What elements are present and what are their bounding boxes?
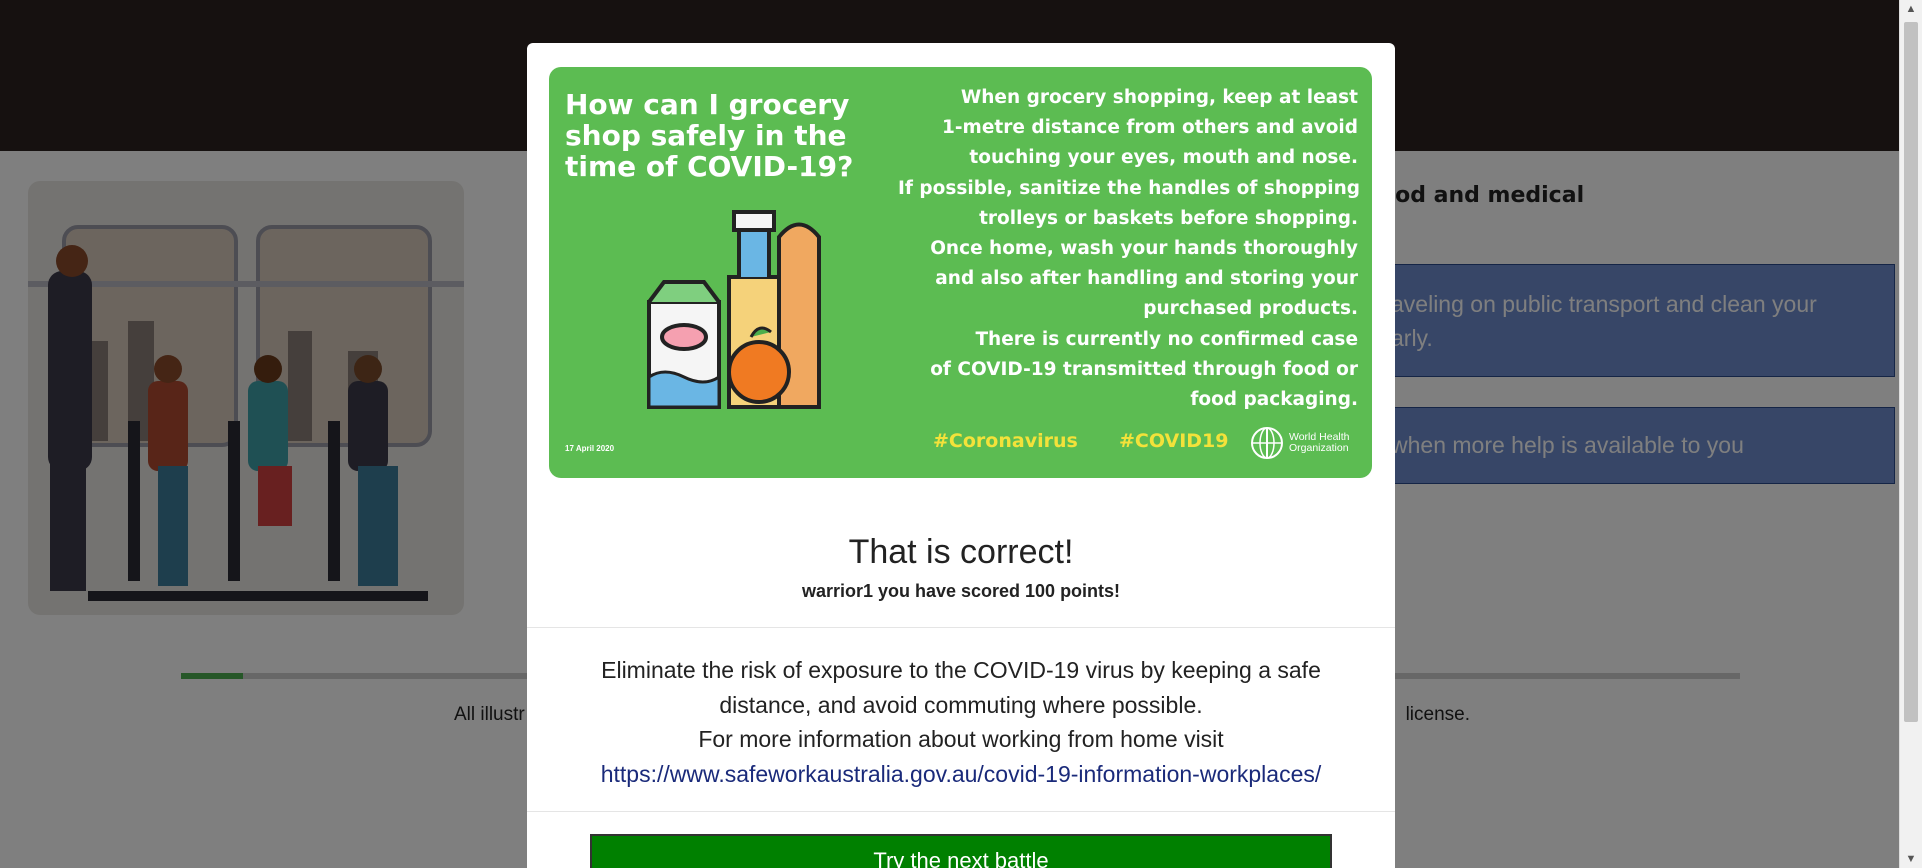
scrollbar-thumb[interactable] (1904, 22, 1918, 722)
poster-advice-text: When grocery shopping, keep at least 1-m… (898, 83, 1360, 415)
poster-line: When grocery shopping, keep at least (960, 87, 1358, 108)
info-line-2: distance, and avoid commuting where poss… (719, 691, 1203, 718)
score-message: warrior1 you have scored 100 points! (801, 581, 1121, 601)
page-scrollbar[interactable]: ▲ ▼ (1899, 0, 1922, 868)
scroll-down-icon[interactable]: ▼ (1900, 850, 1922, 868)
divider (527, 627, 1395, 628)
hashtag-coronavirus: #Coronavirus (933, 430, 1078, 452)
result-modal: How can I grocery shop safely in the tim… (527, 43, 1395, 868)
groceries-icon (647, 210, 821, 409)
poster-line: If possible, sanitize the handles of sho… (898, 177, 1360, 199)
poster-line: trolleys or baskets before shopping. (979, 207, 1358, 229)
info-text: Eliminate the risk of exposure to the CO… (527, 653, 1395, 791)
poster-title: How can I grocery shop safely in the tim… (565, 88, 854, 183)
poster-line: of COVID-19 transmitted through food or (930, 358, 1358, 380)
poster-line: purchased products. (1143, 298, 1358, 320)
who-poster: How can I grocery shop safely in the tim… (549, 67, 1372, 478)
result-title: That is correct! (848, 533, 1074, 571)
poster-line: touching your eyes, mouth and nose. (969, 147, 1358, 169)
info-link[interactable]: https://www.safeworkaustralia.gov.au/cov… (601, 761, 1322, 787)
who-logo: World Health Organization (1249, 425, 1350, 461)
info-line-1: Eliminate the risk of exposure to the CO… (601, 657, 1321, 683)
poster-line: Once home, wash your hands thoroughly (930, 238, 1358, 260)
scroll-up-icon[interactable]: ▲ (1900, 0, 1922, 18)
who-emblem-icon (1251, 427, 1283, 459)
next-battle-button[interactable]: Try the next battle (590, 834, 1332, 868)
poster-line: and also after handling and storing your (935, 268, 1358, 290)
poster-line: 1-metre distance from others and avoid (942, 117, 1358, 139)
divider (527, 811, 1395, 812)
who-line-2: Organization (1289, 442, 1349, 454)
poster-line: food packaging. (1190, 389, 1358, 411)
info-line-3: For more information about working from … (698, 726, 1224, 752)
hashtag-covid19: #COVID19 (1119, 430, 1229, 452)
poster-line: There is currently no confirmed case (975, 328, 1358, 350)
poster-date: 17 April 2020 (565, 444, 615, 453)
